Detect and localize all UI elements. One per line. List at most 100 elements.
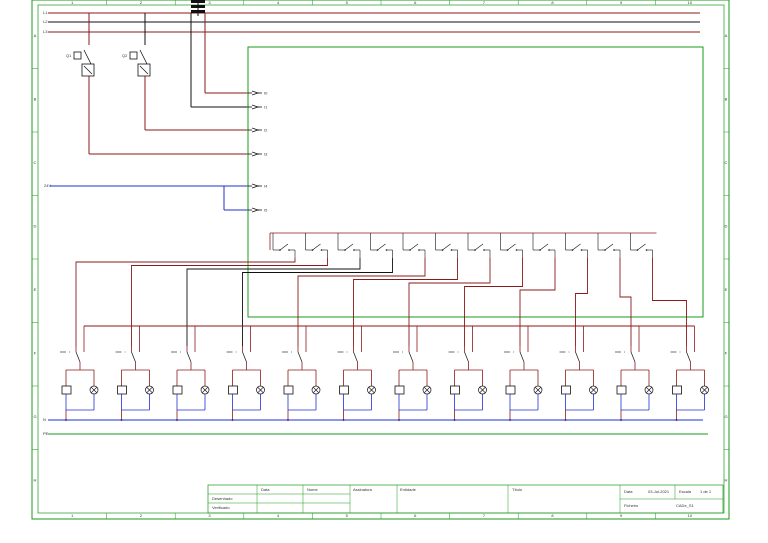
output-wire: [186, 258, 361, 346]
plc-input-group: I0 I1 I2 I3 I4 I5: [248, 91, 268, 213]
plc-output-contact[interactable]: [630, 233, 653, 258]
grid-row-right-H: H: [725, 477, 728, 482]
relay-circuit[interactable]: [115, 326, 154, 421]
grid-col-bottom-10: 10: [687, 513, 692, 518]
plc-output-contact[interactable]: [402, 233, 426, 258]
rail-neutral-label: N: [43, 417, 46, 422]
grid-col-top-2: 2: [140, 0, 143, 5]
relay-coil: [172, 385, 183, 395]
relay-coil: [117, 385, 127, 395]
grid-col-bottom-6: 6: [414, 513, 417, 518]
grid-row-left-A: A: [34, 33, 37, 38]
output-wire: [242, 258, 393, 346]
plc-input-label: I3: [264, 152, 268, 157]
grid-col-bottom-7: 7: [483, 513, 486, 518]
tb-date-value: 03-Jul-2021: [648, 489, 670, 494]
breaker-q2-label: Q2: [122, 53, 128, 58]
tb-verificado: Verificado: [212, 505, 230, 510]
title-block: Data Nome Assinatura Entidade Título Des…: [207, 484, 724, 514]
output-wire: [575, 258, 588, 346]
grid-row-left-D: D: [34, 223, 37, 228]
output-wire: [75, 258, 296, 346]
grid-col-bottom-3: 3: [208, 513, 211, 518]
relay-coil: [450, 385, 460, 395]
top-terminal-block: [191, 0, 205, 16]
tb-assinatura-header: Assinatura: [353, 487, 373, 492]
grid-row-left-H: H: [34, 477, 37, 482]
relay-circuit[interactable]: [60, 326, 99, 421]
output-wire: [519, 258, 556, 346]
tb-sheet-value: 1 de 1: [700, 489, 712, 494]
grid-row-right-G: G: [724, 414, 727, 419]
relay-circuit[interactable]: [615, 326, 654, 421]
plc-input-terminal[interactable]: I3: [248, 152, 268, 157]
relay-circuit[interactable]: [171, 326, 210, 421]
relay-circuit[interactable]: [282, 326, 321, 421]
tb-entidade-header: Entidade: [400, 487, 417, 492]
plc-input-label: I1: [264, 105, 268, 110]
grid-col-top-3: 3: [208, 0, 211, 5]
plc-input-label: I4: [264, 184, 268, 189]
plc-output-contact[interactable]: [272, 233, 296, 258]
plc-input-terminal[interactable]: I4: [248, 184, 268, 189]
relay-coil: [561, 385, 571, 395]
relay-coil: [228, 385, 238, 395]
grid-row-right-F: F: [725, 350, 728, 355]
plc-output-contact[interactable]: [337, 233, 361, 258]
plc-input-label: I0: [264, 91, 268, 96]
relay-circuit[interactable]: [504, 326, 543, 421]
relay-coil: [672, 385, 682, 395]
relay-circuit[interactable]: [337, 326, 376, 421]
plc-output-group: [269, 232, 657, 258]
relay-coil: [616, 385, 627, 395]
dc-input-label: 24V: [44, 183, 51, 188]
grid-col-top-6: 6: [414, 0, 417, 5]
grid-col-top-4: 4: [277, 0, 280, 5]
rail-ground-label: PE: [43, 431, 49, 436]
grid-row-right-B: B: [725, 96, 728, 101]
grid-col-bottom-9: 9: [620, 513, 623, 518]
relay-bank: [60, 325, 709, 421]
grid-row-left-G: G: [33, 414, 36, 419]
plc-output-contact[interactable]: [565, 233, 588, 258]
schematic-canvas: 1 1 2 2 3 3 4 4 5 5 6 6 7 7 8 8 9 9 10 10 A A B B C C D D E E F F G G H H L…: [31, 0, 730, 520]
plc-output-contact[interactable]: [435, 233, 458, 258]
breaker-q1-label: Q1: [66, 53, 72, 58]
relay-circuit[interactable]: [670, 326, 709, 421]
grid-row-left-E: E: [34, 287, 37, 292]
relay-circuit[interactable]: [393, 326, 432, 421]
grid-row-left-F: F: [34, 350, 37, 355]
plc-input-terminal[interactable]: I0: [248, 91, 268, 96]
plc-output-contact[interactable]: [467, 233, 491, 258]
breaker-q2[interactable]: Q2: [122, 13, 248, 131]
grid-col-top-8: 8: [551, 0, 554, 5]
plc-output-contact[interactable]: [500, 233, 523, 258]
relay-coil: [505, 385, 516, 395]
plc-output-contact[interactable]: [597, 233, 621, 258]
sheet-border-outer: [31, 0, 730, 520]
plc-input-terminal[interactable]: I5: [248, 208, 268, 213]
plc-output-contact[interactable]: [532, 233, 556, 258]
plc-input-terminal[interactable]: I1: [248, 105, 268, 110]
grid-col-bottom-2: 2: [140, 513, 143, 518]
plc-input-terminal[interactable]: I2: [248, 128, 268, 133]
relay-circuit[interactable]: [226, 326, 265, 421]
grid-col-top-7: 7: [483, 0, 486, 5]
grid-col-top-5: 5: [346, 0, 349, 5]
breaker-q1[interactable]: Q1: [66, 13, 248, 155]
relay-circuit[interactable]: [448, 326, 487, 421]
relay-coil: [339, 385, 349, 395]
relay-coil: [283, 385, 294, 395]
grid-row-left-C: C: [34, 160, 37, 165]
plc-output-contact[interactable]: [370, 233, 393, 258]
relay-coil: [394, 385, 405, 395]
tb-ficheiro-label: Ficheiro: [624, 503, 639, 508]
output-wire: [652, 258, 687, 346]
tb-nome-header: Nome: [307, 487, 318, 492]
rail-l1-label: L1: [43, 10, 48, 15]
tb-file-value: CADe_S1: [676, 503, 695, 508]
grid-marks: 1 1 2 2 3 3 4 4 5 5 6 6 7 7 8 8 9 9 10 10 A A B B C C D D E E F F G G H H: [32, 0, 729, 519]
relay-circuit[interactable]: [559, 326, 598, 421]
output-wire: [353, 258, 458, 346]
plc-output-contact[interactable]: [305, 233, 328, 258]
